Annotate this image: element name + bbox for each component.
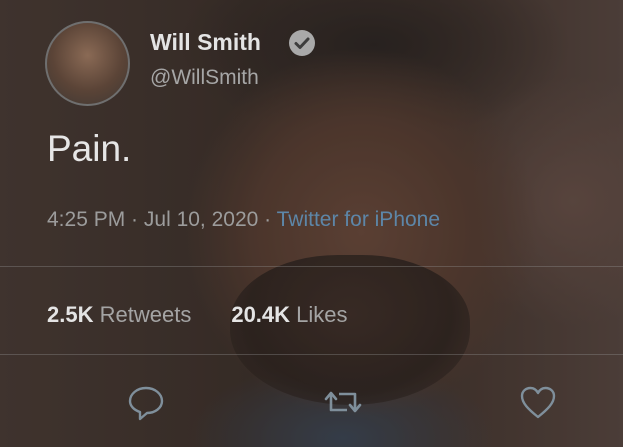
like-icon[interactable]: [518, 382, 558, 422]
tweet-time: 4:25 PM: [47, 208, 126, 231]
avatar[interactable]: [45, 21, 130, 106]
retweets-label: Retweets: [99, 302, 192, 327]
retweets-stat[interactable]: 2.5K Retweets: [47, 302, 191, 327]
meta-separator: ·: [258, 208, 277, 231]
tweet-meta: 4:25 PM · Jul 10, 2020 · Twitter for iPh…: [47, 208, 440, 232]
divider: [0, 266, 623, 267]
tweet-stats: 2.5K Retweets 20.4K Likes: [47, 302, 348, 328]
display-name[interactable]: Will Smith: [150, 29, 261, 56]
divider: [0, 354, 623, 355]
tweet-date[interactable]: Jul 10, 2020: [144, 208, 258, 231]
meta-separator: ·: [125, 208, 144, 231]
reply-icon[interactable]: [126, 382, 166, 422]
tweet-card: Will Smith @WillSmith Pain. 4:25 PM · Ju…: [0, 0, 623, 447]
likes-stat[interactable]: 20.4K Likes: [231, 302, 347, 327]
retweets-count: 2.5K: [47, 302, 94, 327]
likes-count: 20.4K: [231, 302, 291, 327]
likes-label: Likes: [296, 302, 348, 327]
retweet-icon[interactable]: [323, 382, 363, 422]
tweet-source[interactable]: Twitter for iPhone: [277, 208, 440, 231]
user-handle[interactable]: @WillSmith: [150, 66, 259, 90]
verified-badge-icon: [289, 30, 315, 56]
tweet-text: Pain.: [47, 128, 132, 169]
